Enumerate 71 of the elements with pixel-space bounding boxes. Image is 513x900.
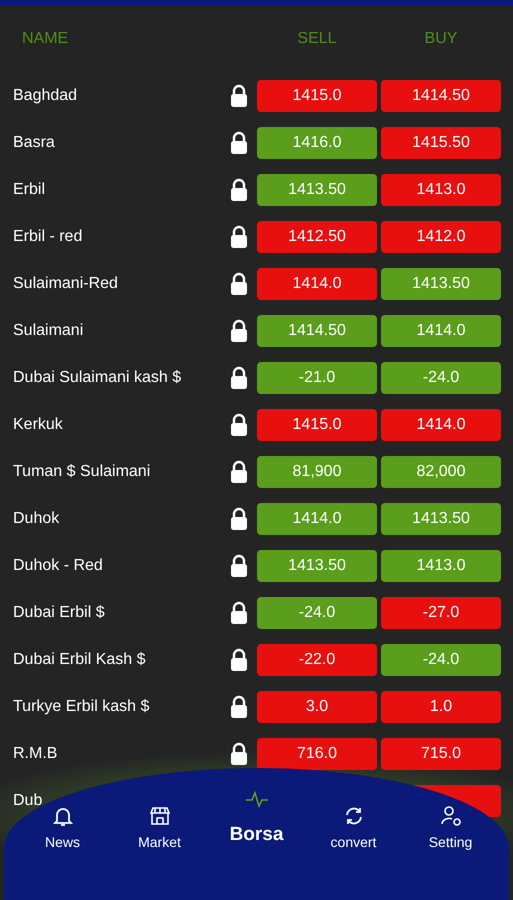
currency-name: Duhok bbox=[13, 510, 60, 528]
lock-icon[interactable] bbox=[230, 460, 248, 484]
sell-price: 1414.0 bbox=[257, 268, 377, 300]
buy-price: 1413.50 bbox=[381, 268, 501, 300]
lock-icon[interactable] bbox=[230, 318, 248, 342]
nav-tab[interactable]: Setting bbox=[428, 834, 472, 850]
sell-price: 1415.0 bbox=[257, 80, 377, 112]
lock-icon[interactable] bbox=[230, 600, 248, 624]
buy-price: 1.0 bbox=[381, 690, 501, 722]
sell-price: 1413.50 bbox=[257, 550, 377, 582]
sell-price: 81,900 bbox=[257, 456, 377, 488]
column-header: BUY bbox=[424, 30, 458, 48]
buy-price: 1413.50 bbox=[381, 502, 501, 534]
buy-price: -24.0 bbox=[381, 644, 501, 676]
currency-name: Basra bbox=[13, 134, 56, 152]
buy-price: 1415.50 bbox=[381, 126, 501, 158]
currency-name: Duhok - Red bbox=[13, 556, 104, 574]
lock-icon[interactable] bbox=[230, 84, 248, 108]
lock-icon[interactable] bbox=[230, 694, 248, 718]
lock-icon[interactable] bbox=[230, 130, 248, 154]
currency-name: Sulaimani bbox=[13, 322, 84, 340]
buy-price: 1412.0 bbox=[381, 220, 501, 252]
currency-name: Turkye Erbil kash $ bbox=[13, 698, 150, 716]
column-header: SELL bbox=[296, 30, 338, 48]
sell-price: 1415.0 bbox=[257, 408, 377, 440]
column-header: NAME bbox=[22, 30, 70, 48]
buy-price: 1413.0 bbox=[381, 174, 501, 206]
nav-tab[interactable]: convert bbox=[330, 834, 376, 850]
buy-price: 1414.0 bbox=[381, 314, 501, 346]
currency-name: Dubai Sulaimani kash $ bbox=[13, 368, 182, 386]
nav-tab[interactable]: News bbox=[44, 834, 80, 850]
buy-price: 1414.50 bbox=[381, 80, 501, 112]
sell-price: 1416.0 bbox=[257, 126, 377, 158]
sell-price: -22.0 bbox=[257, 644, 377, 676]
lock-icon[interactable] bbox=[230, 366, 248, 390]
sell-price: 716.0 bbox=[257, 738, 377, 770]
currency-name: Dubai Erbil $ bbox=[13, 604, 106, 622]
sell-price: 3.0 bbox=[257, 690, 377, 722]
currency-name: Sulaimani-Red bbox=[13, 274, 119, 292]
buy-price: 1413.0 bbox=[381, 550, 501, 582]
buy-price: 82,000 bbox=[381, 456, 501, 488]
lock-icon[interactable] bbox=[230, 648, 248, 672]
store-icon[interactable] bbox=[148, 804, 172, 828]
lock-icon[interactable] bbox=[230, 178, 248, 202]
sell-price: 1414.0 bbox=[257, 502, 377, 534]
buy-price: -24.0 bbox=[381, 362, 501, 394]
lock-icon[interactable] bbox=[230, 554, 248, 578]
currency-name: Kerkuk bbox=[13, 416, 64, 434]
user-settings-icon[interactable] bbox=[438, 804, 462, 828]
nav-tab[interactable]: Borsa bbox=[230, 824, 284, 846]
currency-name: Baghdad bbox=[13, 86, 78, 104]
buy-price: -27.0 bbox=[381, 596, 501, 628]
buy-price: 715.0 bbox=[381, 738, 501, 770]
buy-price: 1414.0 bbox=[381, 408, 501, 440]
currency-name: Erbil - red bbox=[13, 228, 84, 246]
currency-name: Dubai Erbil Kash $ bbox=[13, 650, 147, 668]
currency-name: Tuman $ Sulaimani bbox=[13, 462, 152, 480]
sell-price: -24.0 bbox=[257, 596, 377, 628]
lock-icon[interactable] bbox=[230, 506, 248, 530]
sell-price: 1414.50 bbox=[257, 314, 377, 346]
currency-name: Erbil bbox=[13, 180, 46, 198]
lock-icon[interactable] bbox=[230, 272, 248, 296]
sell-price: -21.0 bbox=[257, 362, 377, 394]
lock-icon[interactable] bbox=[230, 742, 248, 766]
currency-name: R.M.B bbox=[13, 744, 58, 762]
lock-icon[interactable] bbox=[230, 224, 248, 248]
lock-icon[interactable] bbox=[230, 412, 248, 436]
nav-tab[interactable]: Market bbox=[138, 834, 181, 850]
currency-name: Dub bbox=[13, 792, 44, 810]
sell-price: 1413.50 bbox=[257, 174, 377, 206]
sell-price: 1412.50 bbox=[257, 220, 377, 252]
